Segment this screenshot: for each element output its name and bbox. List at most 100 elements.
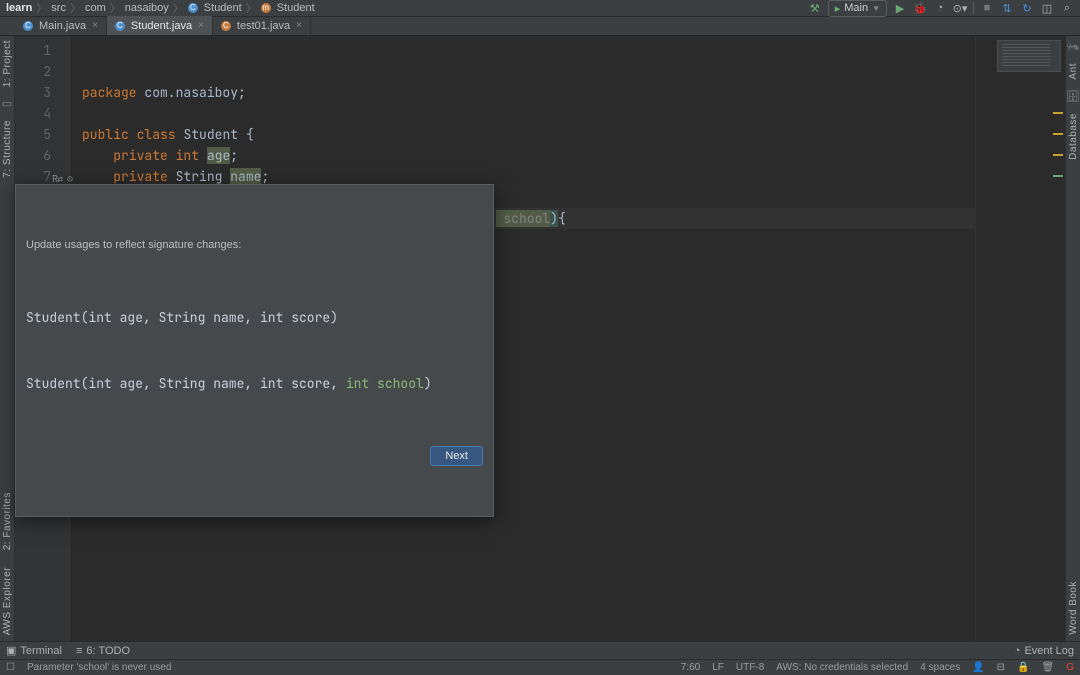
status-bar: ☐ Parameter 'school' is never used 7:60 … xyxy=(0,659,1080,675)
tab-student[interactable]: C Student.java × xyxy=(107,16,213,35)
google-icon[interactable]: G xyxy=(1066,662,1074,673)
lock-icon[interactable]: 🔒 xyxy=(1017,662,1029,673)
ide-root: learn 〉 src 〉 com 〉 nasaiboy 〉 C Student… xyxy=(0,0,1080,675)
close-icon[interactable]: × xyxy=(198,20,204,31)
breadcrumb-class[interactable]: Student xyxy=(204,2,242,14)
chevron-right-icon: 〉 xyxy=(36,0,47,16)
line-number: 1 xyxy=(15,40,51,61)
code-line xyxy=(82,105,90,122)
profiler-icon[interactable]: ⊙▾ xyxy=(953,1,967,15)
status-message[interactable]: Parameter 'school' is never used xyxy=(27,662,171,673)
popup-title: Update usages to reflect signature chang… xyxy=(26,235,483,256)
chevron-down-icon: ▼ xyxy=(872,4,880,13)
navigation-bar: learn 〉 src 〉 com 〉 nasaiboy 〉 C Student… xyxy=(0,0,1080,17)
status-message-icon: ☐ xyxy=(6,662,15,673)
layout-icon[interactable]: ◫ xyxy=(1040,1,1054,15)
next-button[interactable]: Next xyxy=(430,446,483,466)
todo-icon: ≡ xyxy=(76,645,82,657)
breadcrumb[interactable]: learn 〉 src 〉 com 〉 nasaiboy 〉 C Student… xyxy=(6,0,315,16)
stop-icon[interactable]: ■ xyxy=(980,1,994,15)
inspections-icon[interactable]: 👤 xyxy=(972,662,984,673)
code-minimap[interactable] xyxy=(997,40,1061,72)
toolbar: ⚒ ▸ Main ▼ ▶ 🐞 ◔ ⊙▾ ■ ⇅ ↻ ◫ ⌕ xyxy=(808,0,1074,17)
run-config-label: Main xyxy=(844,2,868,14)
trash-icon[interactable]: 🗑 xyxy=(1042,662,1055,673)
tool-project[interactable]: 1: Project xyxy=(2,40,13,87)
build-icon[interactable]: ⚒ xyxy=(808,1,822,15)
breadcrumb-item[interactable]: src xyxy=(51,2,66,14)
line-number: 2 xyxy=(15,61,51,82)
breadcrumb-item[interactable]: nasaiboy xyxy=(125,2,169,14)
indent-setting[interactable]: 4 spaces xyxy=(920,662,960,673)
tool-favorites[interactable]: 2: Favorites xyxy=(2,492,13,550)
tool-structure[interactable]: 7: Structure xyxy=(2,120,13,178)
breadcrumb-root[interactable]: learn xyxy=(6,2,32,14)
tool-aws-explorer[interactable]: AWS Explorer xyxy=(2,567,13,635)
refactor-popup: Update usages to reflect signature chang… xyxy=(15,184,494,517)
code-line: private int age; xyxy=(82,147,238,164)
code-line: public class Student { xyxy=(82,126,254,143)
line-number: 3 xyxy=(15,82,51,103)
code-line: package com.nasaiboy; xyxy=(82,84,246,101)
editor-tabs: C Main.java × C Student.java × C test01.… xyxy=(0,17,1080,36)
terminal-icon: ▣ xyxy=(6,644,16,657)
line-number: 6 xyxy=(15,145,51,166)
right-tool-strip: 🐜 Ant 🗄 Database Word Book xyxy=(1065,36,1080,641)
tool-ant[interactable]: Ant xyxy=(1068,63,1079,80)
run-icon[interactable]: ▶ xyxy=(893,1,907,15)
signature-new: Student(int age, String name, int score,… xyxy=(26,372,483,396)
debug-icon[interactable]: 🐞 xyxy=(913,1,927,15)
class-icon: C xyxy=(23,21,33,31)
tab-todo[interactable]: ≡6: TODO xyxy=(76,645,130,657)
main-area: 1: Project ▭ 7: Structure 2: Favorites A… xyxy=(0,36,1080,641)
error-stripe[interactable] xyxy=(975,36,1065,641)
update-icon[interactable]: ↻ xyxy=(1020,1,1034,15)
close-icon[interactable]: × xyxy=(296,20,302,31)
bottom-tool-tabs: ▣Terminal ≡6: TODO ◔Event Log xyxy=(0,641,1080,659)
chevron-right-icon: 〉 xyxy=(110,0,121,16)
code-line: private String name; xyxy=(82,168,269,185)
aws-status[interactable]: AWS: No credentials selected xyxy=(776,662,908,673)
class-icon: C xyxy=(221,21,231,31)
run-config-selector[interactable]: ▸ Main ▼ xyxy=(828,0,887,17)
tab-event-log[interactable]: ◔Event Log xyxy=(1014,645,1074,657)
memory-icon[interactable]: ⊟ xyxy=(997,662,1005,673)
tab-label: Student.java xyxy=(131,20,192,32)
close-icon[interactable]: × xyxy=(92,20,98,31)
warning-mark[interactable] xyxy=(1053,133,1063,135)
breadcrumb-method[interactable]: Student xyxy=(277,2,315,14)
tab-main[interactable]: C Main.java × xyxy=(15,16,107,35)
signature-old: Student(int age, String name, int score) xyxy=(26,306,483,330)
warning-mark[interactable] xyxy=(1053,112,1063,114)
vcs-icon[interactable]: ⇅ xyxy=(1000,1,1014,15)
editor[interactable]: 1 2 3 4 5 6 7 13 14 R⇄ ⊝ package com.nas… xyxy=(15,36,1065,641)
separator xyxy=(973,1,974,15)
search-icon[interactable]: ⌕ xyxy=(1060,1,1074,15)
class-icon: C xyxy=(188,3,198,13)
event-log-icon: ◔ xyxy=(1014,645,1021,657)
code-area[interactable]: R⇄ ⊝ package com.nasaiboy; public class … xyxy=(70,36,975,641)
line-number: 5 xyxy=(15,124,51,145)
tab-test01[interactable]: C test01.java × xyxy=(213,16,311,35)
warning-mark[interactable] xyxy=(1053,154,1063,156)
database-icon[interactable]: 🗄 xyxy=(1066,90,1080,103)
caret-position[interactable]: 7:60 xyxy=(681,662,700,673)
tool-database[interactable]: Database xyxy=(1068,113,1079,160)
line-number: 4 xyxy=(15,103,51,124)
chevron-right-icon: 〉 xyxy=(70,0,81,16)
file-encoding[interactable]: UTF-8 xyxy=(736,662,764,673)
folder-icon[interactable]: ▭ xyxy=(2,97,12,110)
line-separator[interactable]: LF xyxy=(712,662,724,673)
breadcrumb-item[interactable]: com xyxy=(85,2,106,14)
tool-wordbook[interactable]: Word Book xyxy=(1068,581,1079,635)
info-mark[interactable] xyxy=(1053,175,1063,177)
tab-terminal[interactable]: ▣Terminal xyxy=(6,644,62,657)
left-tool-strip: 1: Project ▭ 7: Structure 2: Favorites A… xyxy=(0,36,15,641)
method-icon: m xyxy=(261,3,271,13)
chevron-right-icon: 〉 xyxy=(173,0,184,16)
ant-icon[interactable]: 🐜 xyxy=(1066,40,1080,53)
coverage-icon[interactable]: ◔ xyxy=(933,1,947,15)
chevron-right-icon: 〉 xyxy=(246,0,257,16)
run-target-icon: ▸ xyxy=(835,2,841,15)
tab-label: test01.java xyxy=(237,20,290,32)
